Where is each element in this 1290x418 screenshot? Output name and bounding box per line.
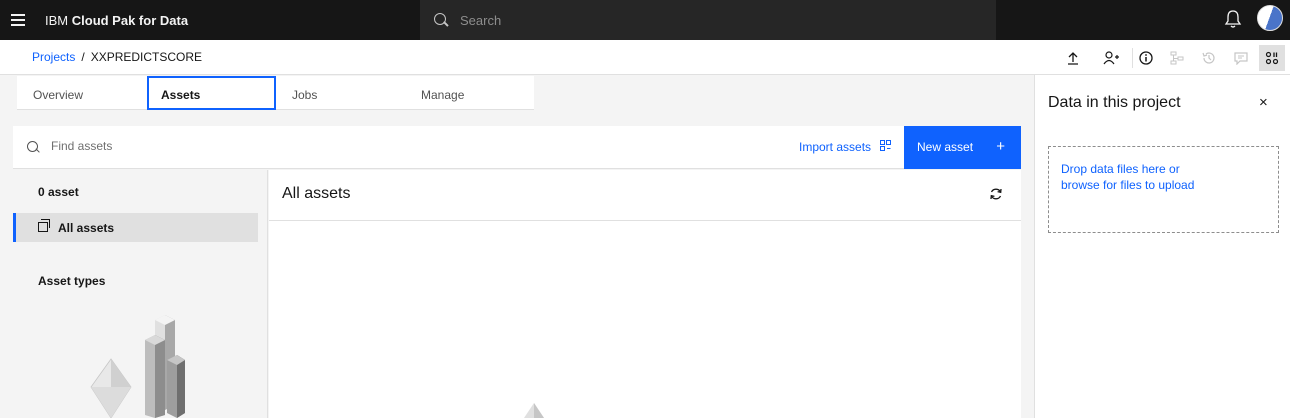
empty-state-illustration	[90, 315, 185, 418]
all-assets-filter[interactable]: All assets	[13, 213, 258, 242]
search-input[interactable]	[460, 12, 960, 28]
asset-types-heading: Asset types	[38, 274, 106, 288]
panel-title: Data in this project	[1048, 94, 1181, 111]
tab-overview[interactable]: Overview	[17, 76, 147, 110]
search-icon	[434, 13, 448, 27]
breadcrumb-current-project: XXPREDICTSCORE	[90, 50, 203, 64]
brand-prefix: IBM	[45, 12, 69, 28]
all-assets-title: All assets	[282, 185, 351, 202]
add-collaborator-icon[interactable]	[1098, 45, 1124, 71]
search-icon	[27, 141, 39, 153]
new-asset-label: New asset	[917, 140, 974, 154]
comment-icon[interactable]	[1228, 45, 1254, 71]
breadcrumb-bar: Projects / XXPREDICTSCORE	[0, 40, 1290, 75]
tab-assets[interactable]: Assets	[147, 76, 276, 110]
header-divider	[269, 220, 1021, 221]
tab-manage[interactable]: Manage	[405, 76, 534, 110]
data-in-project-panel: Data in this project × Drop data files h…	[1034, 75, 1290, 418]
history-icon[interactable]	[1196, 45, 1222, 71]
app-brand[interactable]: IBM Cloud Pak for Data	[45, 13, 188, 28]
empty-state-illustration	[524, 403, 544, 418]
refresh-icon[interactable]	[989, 187, 1003, 201]
asset-toolbar: Import assets New asset +	[13, 126, 1021, 169]
notification-icon[interactable]	[1224, 9, 1242, 29]
drop-files-text: Drop data files here or	[1061, 162, 1180, 176]
add-icon: +	[996, 138, 1005, 155]
brand-name: Cloud Pak for Data	[71, 12, 189, 28]
tab-jobs[interactable]: Jobs	[276, 76, 405, 110]
project-tabs: Overview Assets Jobs Manage	[0, 75, 1034, 111]
file-drop-zone[interactable]: Drop data files here or browse for files…	[1048, 146, 1279, 233]
browse-files-link[interactable]: browse for files to upload	[1061, 177, 1266, 193]
breadcrumb: Projects / XXPREDICTSCORE	[32, 50, 202, 64]
upload-icon[interactable]	[1060, 45, 1086, 71]
top-header: IBM Cloud Pak for Data	[0, 0, 1290, 40]
info-icon[interactable]	[1133, 45, 1159, 71]
avatar[interactable]	[1257, 5, 1283, 31]
assets-main-panel: All assets	[269, 170, 1021, 418]
flow-icon[interactable]	[1164, 45, 1190, 71]
copy-icon	[38, 219, 50, 232]
breadcrumb-projects-link[interactable]: Projects	[32, 50, 75, 64]
import-assets-label: Import assets	[799, 140, 872, 154]
import-assets-button[interactable]: Import assets	[799, 140, 892, 154]
find-assets-input[interactable]	[51, 139, 351, 153]
menu-icon[interactable]	[0, 0, 36, 40]
breadcrumb-separator: /	[81, 50, 85, 64]
data-panel-icon[interactable]	[1259, 45, 1285, 71]
asset-count: 0 asset	[38, 185, 79, 199]
global-search[interactable]	[420, 0, 996, 40]
all-assets-label: All assets	[58, 221, 115, 235]
asset-filter-panel: 0 asset All assets Asset types	[13, 170, 268, 418]
import-icon	[880, 140, 892, 151]
new-asset-button[interactable]: New asset +	[904, 126, 1021, 169]
close-icon[interactable]: ×	[1259, 94, 1268, 111]
